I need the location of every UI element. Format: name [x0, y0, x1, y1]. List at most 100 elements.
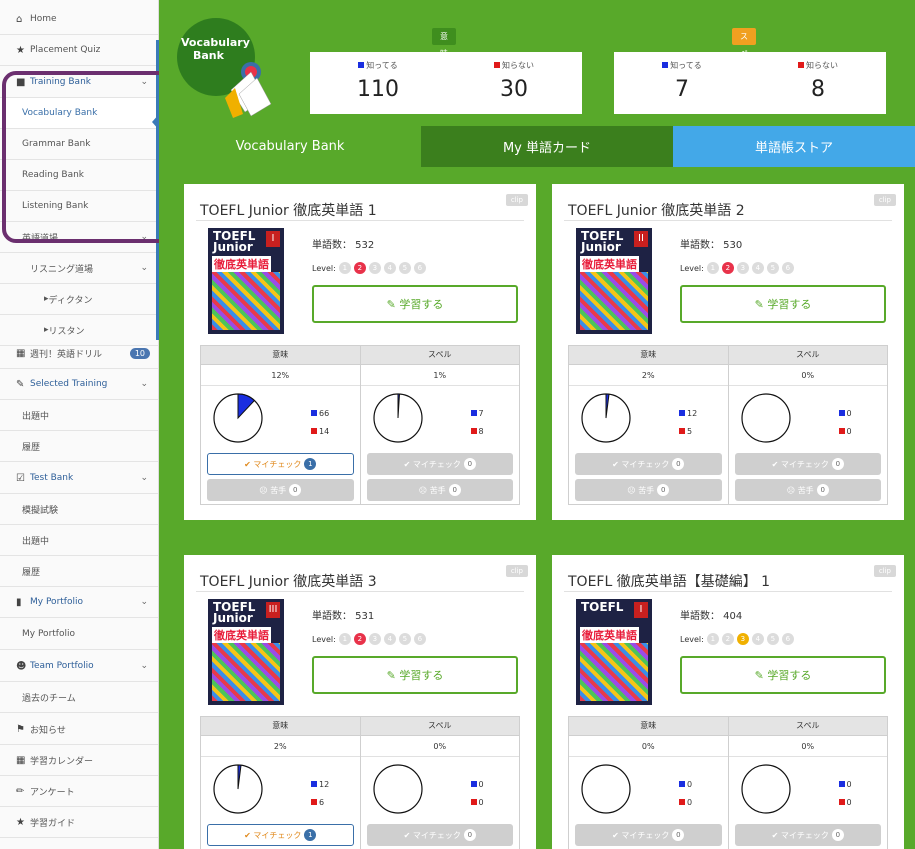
weak-words-button[interactable]: ☹ 苦手 0 — [734, 479, 881, 501]
sidebar-item-item-8[interactable]: リスニング道場 ⌄ — [0, 253, 158, 284]
mycheck-button[interactable]: ✔ マイチェック 0 — [366, 824, 513, 846]
study-button[interactable]: ✎ 学習する — [680, 656, 886, 694]
mycheck-button[interactable]: ✔ マイチェック 0 — [575, 453, 722, 475]
chevron-down-icon[interactable]: ⌄ — [140, 473, 148, 483]
clip-button[interactable]: clip — [505, 194, 528, 206]
level-dot: 2 — [721, 633, 734, 645]
sidebar-item-home[interactable]: ⌂ Home — [0, 4, 158, 35]
book-card: TOEFL 徹底英単語【基礎編】 1 clip TOEFL I 徹底英単語 単語数： 40… — [552, 555, 904, 849]
progress-pie — [581, 393, 631, 443]
card-title[interactable]: TOEFL Junior 徹底英単語 1 — [200, 200, 377, 220]
level-dot: 1 — [338, 262, 351, 274]
sidebar-item-item-22[interactable]: 過去のチーム — [0, 682, 158, 713]
sidebar-item-item-17[interactable]: 出題中 — [0, 525, 158, 556]
sidebar-item-placement-quiz[interactable]: ★ Placement Quiz — [0, 35, 158, 66]
sidebar-item-label: 履歴 — [22, 442, 41, 453]
menu-icon: ☻ — [16, 660, 27, 672]
logo-line-2: Bank — [193, 49, 224, 62]
sidebar-item-my-portfolio[interactable]: My Portfolio — [0, 619, 158, 650]
mycheck-button[interactable]: ✔ マイチェック 0 — [575, 824, 722, 846]
stat-label-text: 知ってる — [670, 61, 702, 70]
known-legend: 12 — [679, 409, 697, 418]
chevron-down-icon[interactable]: ⌄ — [140, 597, 148, 607]
menu-icon: ✎ — [16, 378, 25, 390]
spelling-progress: 0%00✔ マイチェック0☹ 苦手0 — [727, 365, 887, 504]
sidebar-item-item-11[interactable]: ▦ 週刊！英語ドリル 10 — [0, 338, 158, 369]
sidebar-item-item-14[interactable]: 履歴 — [0, 431, 158, 462]
tab-0[interactable]: Vocabulary Bank — [159, 126, 421, 167]
sidebar-item-item-18[interactable]: 履歴 — [0, 556, 158, 587]
level-label: Level: — [312, 634, 336, 644]
sidebar-item-label: リスタン — [48, 326, 85, 337]
sidebar-item-item-13[interactable]: 出題中 — [0, 400, 158, 431]
sidebar-item-label: 学習カレンダー — [30, 756, 94, 767]
check-icon: ✔ — [771, 830, 781, 840]
level-dot: 3 — [368, 633, 381, 645]
spelling-progress: 1% 7 8 ✔ マイチェック 0 ☹ 苦手 0 — [359, 365, 519, 504]
book-card: TOEFL Junior 徹底英単語 2 clip TOEFL Junior II 徹底… — [552, 184, 904, 520]
weak-words-button[interactable]: ☹ 苦手 0 — [207, 479, 354, 501]
unknown-legend: 0 — [679, 798, 692, 807]
clip-button[interactable]: clip — [873, 565, 896, 577]
known-legend: 0 — [679, 780, 692, 789]
level-dot: 3 — [736, 262, 749, 274]
stat-label: 知ってる — [310, 60, 446, 71]
card-title[interactable]: TOEFL Junior 徹底英単語 3 — [200, 571, 377, 591]
weak-words-button[interactable]: ☹ 苦手 0 — [366, 479, 513, 501]
chevron-down-icon[interactable]: ⌄ — [140, 661, 148, 671]
legend-square-icon — [311, 428, 317, 434]
chevron-down-icon[interactable]: ⌄ — [140, 263, 148, 273]
mycheck-button[interactable]: ✔ マイチェック 1 — [207, 824, 354, 846]
meaning-progress: 2% 12 5 ✔ マイチェック 0 ☹ 苦手 0 — [569, 365, 728, 504]
book-card: TOEFL Junior 徹底英単語 1 clip TOEFL Junior I 徹底英… — [184, 184, 536, 520]
known-legend: 12 — [311, 780, 329, 789]
sidebar-item-selected-training[interactable]: ✎ Selected Training ⌄ — [0, 369, 158, 400]
mycheck-button[interactable]: ✔ マイチェック 1 — [207, 453, 354, 475]
legend-square-icon — [470, 428, 477, 434]
mycheck-label: マイチェック — [621, 830, 670, 840]
sidebar-item-test-bank[interactable]: ☑ Test Bank ⌄ — [0, 463, 158, 494]
mycheck-button[interactable]: ✔ マイチェック 0 — [366, 453, 513, 475]
mycheck-button[interactable]: ✔ マイチェック 0 — [734, 824, 881, 846]
legend-square-icon — [358, 62, 365, 68]
progress-pie — [213, 393, 263, 443]
study-button[interactable]: ✎ 学習する — [312, 285, 518, 323]
tab-1[interactable]: My 単語カード — [421, 126, 673, 167]
sidebar-item-my-portfolio[interactable]: ▮ My Portfolio ⌄ — [0, 587, 158, 618]
clip-button[interactable]: clip — [505, 565, 528, 577]
mycheck-count: 1 — [304, 829, 317, 841]
tab-2[interactable]: 単語帳ストア — [673, 126, 915, 167]
stat-value: 7 — [675, 77, 689, 102]
clip-button[interactable]: clip — [873, 194, 896, 206]
cover-subtitle: 徹底英単語 — [212, 627, 271, 643]
study-button[interactable]: ✎ 学習する — [312, 656, 518, 694]
weak-label: 苦手 — [270, 485, 287, 495]
level-dot: 2 — [353, 633, 366, 645]
card-title[interactable]: TOEFL 徹底英単語【基礎編】 1 — [568, 571, 770, 591]
mycheck-button[interactable]: ✔ マイチェック 0 — [734, 453, 881, 475]
sidebar-item-item-23[interactable]: ⚑ お知らせ — [0, 714, 158, 745]
sidebar-item-team-portfolio[interactable]: ☻ Team Portfolio ⌄ — [0, 651, 158, 682]
column-header-meaning: 意味 — [272, 350, 289, 359]
weak-words-button[interactable]: ☹ 苦手 0 — [575, 479, 722, 501]
sidebar-item-item-9[interactable]: ▸ ディクタン — [0, 284, 158, 315]
known-count: 0 — [687, 780, 693, 789]
unknown-count: 知らない 30 — [446, 52, 582, 114]
sidebar-item-item-24[interactable]: ▦ 学習カレンダー — [0, 745, 158, 776]
flashcards-icon — [225, 62, 272, 118]
sidebar-item-item-25[interactable]: ✏ アンケート — [0, 776, 158, 807]
check-icon: ✔ — [244, 830, 254, 840]
sidebar-item-item-26[interactable]: ★ 学習ガイド — [0, 807, 158, 838]
pencil-icon: ✎ — [754, 668, 768, 682]
unknown-count: 6 — [319, 798, 325, 807]
percent-text: 1% — [433, 371, 447, 380]
known-legend: 0 — [470, 780, 484, 789]
chevron-down-icon[interactable]: ⌄ — [140, 379, 148, 389]
card-title[interactable]: TOEFL Junior 徹底英単語 2 — [568, 200, 745, 220]
mycheck-count: 0 — [831, 458, 844, 470]
main-content: Vocabulary Bank 意味知ってる110知らない30スペル知ってる7知… — [159, 0, 915, 849]
cover-title: TOEFL — [581, 600, 624, 614]
unknown-legend: 5 — [679, 427, 692, 436]
study-button[interactable]: ✎ 学習する — [680, 285, 886, 323]
sidebar-item-item-16[interactable]: 模擬試験 — [0, 494, 158, 525]
